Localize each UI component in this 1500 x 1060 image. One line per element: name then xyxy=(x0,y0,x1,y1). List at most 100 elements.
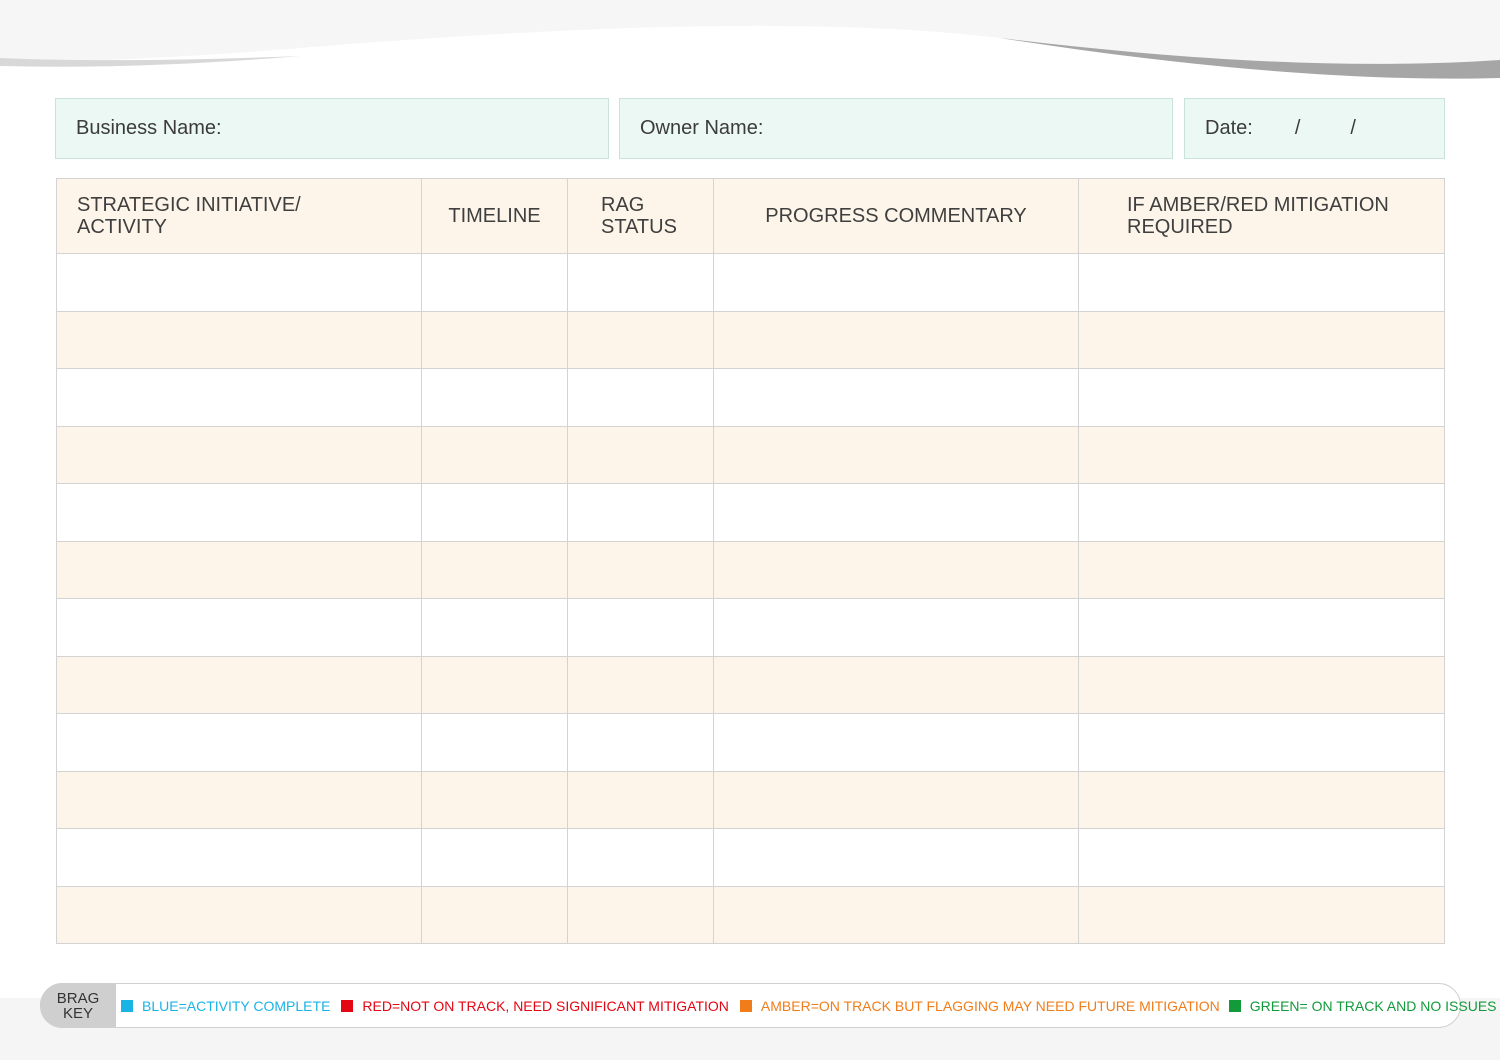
cell-rag-status[interactable] xyxy=(567,540,714,599)
cell-mitigation[interactable] xyxy=(1078,885,1445,944)
brag-key-item-green: GREEN= ON TRACK AND NO ISSUES xyxy=(1228,997,1497,1014)
table-row xyxy=(56,483,1445,542)
cell-timeline[interactable] xyxy=(421,253,568,312)
cell-initiative[interactable] xyxy=(56,598,422,657)
cell-progress-commentary[interactable] xyxy=(713,310,1079,369)
cell-rag-status[interactable] xyxy=(567,598,714,657)
header-fields: Business Name: Owner Name: Date: / / xyxy=(55,98,1445,159)
cell-timeline[interactable] xyxy=(421,368,568,427)
cell-rag-status[interactable] xyxy=(567,253,714,312)
cell-initiative[interactable] xyxy=(56,540,422,599)
cell-progress-commentary[interactable] xyxy=(713,483,1079,542)
blue-swatch-icon xyxy=(121,999,133,1012)
business-name-label: Business Name: xyxy=(76,117,222,139)
amber-swatch-icon xyxy=(739,999,752,1012)
cell-progress-commentary[interactable] xyxy=(713,540,1079,599)
cell-rag-status[interactable] xyxy=(567,310,714,369)
date-field[interactable]: Date: / / xyxy=(1184,98,1445,159)
brag-key-item-amber: AMBER=ON TRACK BUT FLAGGING MAY NEED FUT… xyxy=(739,997,1220,1014)
cell-progress-commentary[interactable] xyxy=(713,713,1079,772)
cell-rag-status[interactable] xyxy=(567,770,714,829)
owner-name-field[interactable]: Owner Name: xyxy=(619,98,1173,159)
cell-initiative[interactable] xyxy=(56,425,422,484)
cell-mitigation[interactable] xyxy=(1078,655,1445,714)
cell-progress-commentary[interactable] xyxy=(713,598,1079,657)
cell-progress-commentary[interactable] xyxy=(713,770,1079,829)
cell-mitigation[interactable] xyxy=(1078,368,1445,427)
cell-progress-commentary[interactable] xyxy=(713,828,1079,887)
cell-progress-commentary[interactable] xyxy=(713,655,1079,714)
cell-progress-commentary[interactable] xyxy=(713,253,1079,312)
header-wave-decoration xyxy=(0,0,1500,79)
table-row xyxy=(56,885,1445,944)
column-header-timeline: TIMELINE xyxy=(421,178,568,254)
brag-key-bar: BRAG KEY BLUE=ACTIVITY COMPLETE RED=NOT … xyxy=(40,983,1497,1028)
cell-mitigation[interactable] xyxy=(1078,483,1445,542)
table-row xyxy=(56,253,1445,312)
column-header-progress-label: PROGRESS COMMENTARY xyxy=(765,205,1027,227)
cell-progress-commentary[interactable] xyxy=(713,425,1079,484)
table-row xyxy=(56,713,1445,772)
cell-initiative[interactable] xyxy=(56,885,422,944)
table-row xyxy=(56,540,1445,599)
cell-initiative[interactable] xyxy=(56,655,422,714)
cell-rag-status[interactable] xyxy=(567,885,714,944)
owner-name-label: Owner Name: xyxy=(640,117,764,139)
red-swatch-icon xyxy=(341,999,354,1012)
cell-timeline[interactable] xyxy=(421,310,568,369)
business-name-field[interactable]: Business Name: xyxy=(55,98,609,159)
table-row xyxy=(56,598,1445,657)
date-label: Date: xyxy=(1205,117,1253,139)
green-swatch-icon xyxy=(1228,999,1241,1012)
cell-mitigation[interactable] xyxy=(1078,310,1445,369)
brag-key-badge-line2: KEY xyxy=(62,1004,93,1022)
cell-timeline[interactable] xyxy=(421,885,568,944)
cell-mitigation[interactable] xyxy=(1078,770,1445,829)
cell-progress-commentary[interactable] xyxy=(713,368,1079,427)
cell-timeline[interactable] xyxy=(421,483,568,542)
cell-timeline[interactable] xyxy=(421,540,568,599)
cell-mitigation[interactable] xyxy=(1078,713,1445,772)
cell-rag-status[interactable] xyxy=(567,425,714,484)
cell-timeline[interactable] xyxy=(421,655,568,714)
cell-timeline[interactable] xyxy=(421,770,568,829)
table-header-row: STRATEGIC INITIATIVE/ ACTIVITY TIMELINE … xyxy=(56,178,1445,254)
cell-rag-status[interactable] xyxy=(567,483,714,542)
cell-timeline[interactable] xyxy=(421,598,568,657)
cell-mitigation[interactable] xyxy=(1078,425,1445,484)
column-header-timeline-label: TIMELINE xyxy=(448,205,541,227)
column-header-initiative-line1: STRATEGIC INITIATIVE/ xyxy=(77,194,301,216)
cell-initiative[interactable] xyxy=(56,310,422,369)
column-header-rag-status: RAG STATUS xyxy=(567,178,714,254)
cell-initiative[interactable] xyxy=(56,828,422,887)
cell-rag-status[interactable] xyxy=(567,713,714,772)
cell-timeline[interactable] xyxy=(421,425,568,484)
cell-mitigation[interactable] xyxy=(1078,828,1445,887)
cell-initiative[interactable] xyxy=(56,713,422,772)
cell-initiative[interactable] xyxy=(56,483,422,542)
brag-key-label-green: GREEN= ON TRACK AND NO ISSUES xyxy=(1249,997,1497,1014)
cell-initiative[interactable] xyxy=(56,368,422,427)
cell-rag-status[interactable] xyxy=(567,368,714,427)
cell-initiative[interactable] xyxy=(56,253,422,312)
cell-progress-commentary[interactable] xyxy=(713,885,1079,944)
cell-timeline[interactable] xyxy=(421,713,568,772)
brag-key-badge: BRAG KEY xyxy=(40,983,116,1028)
cell-mitigation[interactable] xyxy=(1078,253,1445,312)
column-header-rag-line1: RAG xyxy=(601,194,645,216)
cell-rag-status[interactable] xyxy=(567,828,714,887)
brag-key-label-amber: AMBER=ON TRACK BUT FLAGGING MAY NEED FUT… xyxy=(760,997,1220,1014)
table-row xyxy=(56,425,1445,484)
cell-mitigation[interactable] xyxy=(1078,540,1445,599)
brag-key-item-red: RED=NOT ON TRACK, NEED SIGNIFICANT MITIG… xyxy=(341,998,729,1014)
brag-key-label-blue: BLUE=ACTIVITY COMPLETE xyxy=(142,997,331,1014)
cell-initiative[interactable] xyxy=(56,770,422,829)
brag-key-badge-line1: BRAG xyxy=(56,989,100,1007)
brag-key-item-blue: BLUE=ACTIVITY COMPLETE xyxy=(121,998,330,1014)
cell-rag-status[interactable] xyxy=(567,655,714,714)
brag-key-items: BLUE=ACTIVITY COMPLETE RED=NOT ON TRACK,… xyxy=(121,984,1497,1027)
cell-timeline[interactable] xyxy=(421,828,568,887)
column-header-mitigation-line2: REQUIRED xyxy=(1127,216,1233,238)
cell-mitigation[interactable] xyxy=(1078,598,1445,657)
date-separator-1: / xyxy=(1294,117,1301,139)
